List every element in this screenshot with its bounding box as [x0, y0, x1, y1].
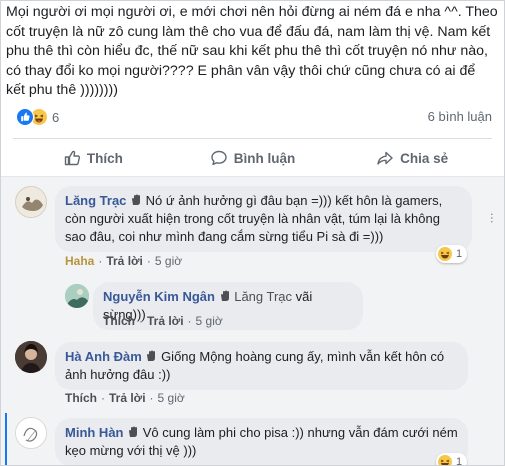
comment-author[interactable]: Lăng Trạc: [65, 193, 126, 208]
reaction-summary[interactable]: 6: [16, 107, 59, 127]
comment-count-link[interactable]: 6 bình luận: [428, 109, 492, 124]
comment-icon: [211, 150, 227, 165]
share-button[interactable]: Chia sẻ: [332, 141, 492, 175]
haha-reaction-label[interactable]: Haha: [65, 254, 94, 268]
avatar[interactable]: [15, 417, 47, 449]
post-text: Mọi người ơi mọi người ơi, e mới chơi nê…: [6, 4, 498, 98]
divider: [1, 176, 504, 177]
divider: [13, 138, 492, 139]
post-card: Mọi người ơi mọi người ơi, e mới chơi nê…: [0, 0, 505, 466]
comment-bubble: Lăng Trạc Nó ứ ảnh hưởng gì đâu bạn =)))…: [55, 186, 472, 252]
avatar[interactable]: [15, 186, 47, 218]
comment-reaction-count: 1: [456, 456, 463, 466]
waving-hand-icon: [147, 350, 156, 361]
comment-bubble: Hà Anh Đàm Giống Mộng hoàng cung ấy, mìn…: [55, 342, 468, 390]
share-button-label: Chia sẻ: [400, 150, 449, 166]
comment-reaction-badge[interactable]: 1: [436, 453, 468, 466]
comment-author[interactable]: Hà Anh Đàm: [65, 349, 142, 364]
comment-reaction-badge[interactable]: 1: [436, 245, 468, 263]
waving-hand-icon: [129, 426, 138, 437]
like-reaction-icon: [16, 108, 34, 126]
comment-button-label: Bình luận: [233, 150, 296, 166]
comment-meta: Thích · Trả lời · 5 giờ: [103, 314, 223, 328]
comment-meta: Thích · Trả lời · 5 giờ: [65, 391, 185, 405]
comment-author[interactable]: Minh Hàn: [65, 425, 124, 440]
reaction-count: 6: [52, 109, 60, 125]
comment-time[interactable]: 5 giờ: [196, 314, 223, 328]
reply-link[interactable]: Trả lời: [109, 391, 146, 405]
comment-highlight-bar: [5, 413, 7, 465]
like-link[interactable]: Thích: [65, 391, 97, 405]
thumbs-up-icon: [64, 150, 80, 166]
avatar[interactable]: [15, 341, 47, 373]
post-action-bar: Thích Bình luận Chia sẻ: [13, 141, 492, 175]
like-button-label: Thích: [86, 150, 123, 166]
comment-meta: Haha · Trả lời · 5 giờ: [65, 254, 183, 268]
waving-hand-icon: [132, 194, 141, 205]
haha-reaction-icon: [438, 247, 452, 261]
like-button[interactable]: Thích: [13, 141, 173, 175]
haha-reaction-icon: [438, 455, 452, 465]
comment-author[interactable]: Nguyễn Kim Ngân: [103, 289, 215, 304]
comment-time[interactable]: 5 giờ: [155, 254, 182, 268]
comment-text: Vô cung làm phi cho pisa :)) nhưng vẫn đ…: [65, 425, 458, 458]
avatar[interactable]: [65, 284, 89, 308]
reply-link[interactable]: Trả lời: [106, 254, 143, 268]
comment-button[interactable]: Bình luận: [173, 141, 333, 175]
mention-tag[interactable]: Lăng Trạc: [234, 289, 292, 304]
more-options-icon[interactable]: ···: [485, 212, 501, 223]
share-icon: [377, 151, 393, 165]
comment-reaction-count: 1: [456, 248, 463, 260]
like-link[interactable]: Thích: [103, 314, 135, 328]
reply-link[interactable]: Trả lời: [147, 314, 184, 328]
comment-bubble: Minh Hàn Vô cung làm phi cho pisa :)) nh…: [55, 418, 468, 465]
waving-hand-icon: [220, 290, 229, 301]
comment-time[interactable]: 5 giờ: [158, 391, 185, 405]
